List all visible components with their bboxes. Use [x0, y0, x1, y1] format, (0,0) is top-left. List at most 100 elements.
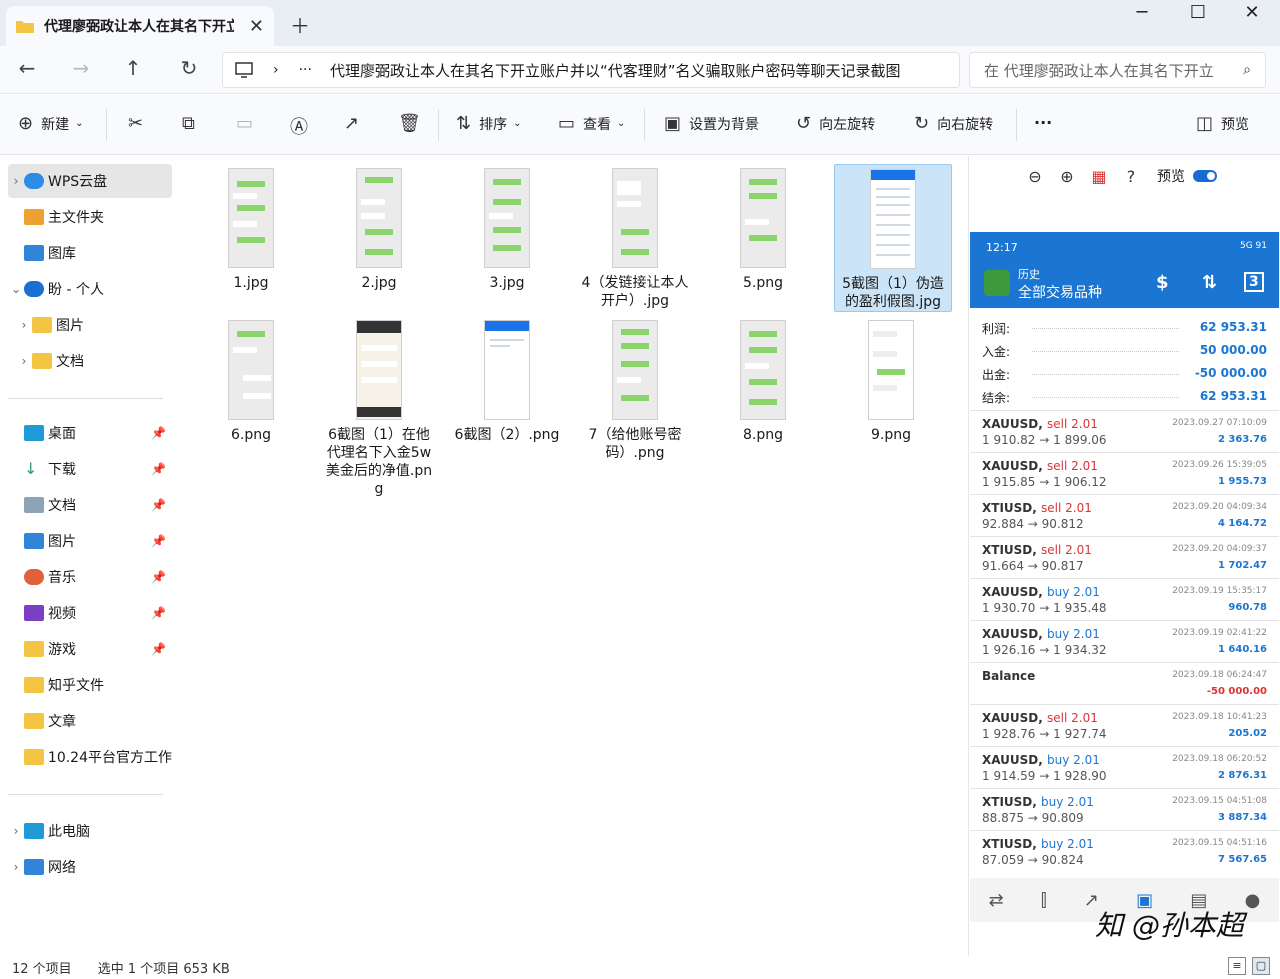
- pin-icon[interactable]: 📌: [151, 534, 166, 548]
- trade-row[interactable]: XTIUSD, buy 2.01 87.059 → 90.824 2023.09.1…: [970, 830, 1279, 872]
- file-explorer-window: 代理廖弼政让本人在其名下开立 ✕ ＋ ─ ☐ ✕ ← → ↑ ↻ › ··· 代…: [0, 0, 1280, 979]
- file-item[interactable]: 6截图（1）在他代理名下入金5w美金后的净值.png: [320, 316, 438, 498]
- file-item[interactable]: 4（发链接让本人开户）.jpg: [576, 164, 694, 310]
- trade-row[interactable]: XAUUSD, buy 2.01 1 926.16 → 1 934.32 2023.…: [970, 620, 1279, 662]
- file-item[interactable]: 5.png: [704, 164, 822, 292]
- sidebar-item-music[interactable]: 音乐 📌: [8, 560, 172, 594]
- pin-icon[interactable]: 📌: [151, 498, 166, 512]
- sidebar-item-pictures[interactable]: › 图片: [8, 308, 172, 342]
- maximize-button[interactable]: ☐: [1178, 2, 1218, 23]
- trade-row[interactable]: Balance 2023.09.18 06:24:47 -50 000.00: [970, 662, 1279, 704]
- chevron-down-icon: ⌄: [617, 118, 626, 129]
- sidebar-item-network[interactable]: › 网络: [8, 850, 172, 884]
- file-item[interactable]: 8.png: [704, 316, 822, 444]
- chevron-right-icon: ›: [13, 174, 19, 188]
- help-icon[interactable]: ?: [1115, 167, 1147, 186]
- details-view-icon[interactable]: ≡: [1228, 957, 1246, 975]
- file-name: 6截图（1）在他代理名下入金5w美金后的净值.png: [325, 427, 433, 497]
- file-item[interactable]: 1.jpg: [192, 164, 310, 292]
- close-button[interactable]: ✕: [1232, 2, 1272, 23]
- pin-icon[interactable]: 📌: [151, 426, 166, 440]
- sidebar-item-home[interactable]: 主文件夹: [8, 200, 172, 234]
- sidebar-item-wps-cloud[interactable]: › WPS云盘: [8, 164, 172, 198]
- trade-row[interactable]: XAUUSD, sell 2.01 1 928.76 → 1 927.74 2023…: [970, 704, 1279, 746]
- zoom-in-icon[interactable]: ⊕: [1051, 167, 1083, 186]
- breadcrumb-more[interactable]: ···: [299, 62, 312, 78]
- file-item[interactable]: 2.jpg: [320, 164, 438, 292]
- rename-button[interactable]: Ⓐ: [290, 113, 316, 139]
- more-options-button[interactable]: ···: [1034, 113, 1052, 132]
- cut-button[interactable]: ✂: [128, 113, 151, 134]
- paste-button[interactable]: ▭: [236, 113, 261, 134]
- trade-row[interactable]: XAUUSD, sell 2.01 1 910.82 → 1 899.06 2023…: [970, 410, 1279, 452]
- pin-icon[interactable]: 📌: [151, 462, 166, 476]
- trade-profit: 1 702.47: [1217, 560, 1267, 571]
- back-arrow-icon[interactable]: ←: [12, 56, 42, 80]
- trade-prices: 1 926.16 → 1 934.32: [982, 643, 1107, 657]
- sidebar-item-downloads[interactable]: ↓ 下载 📌: [8, 452, 172, 486]
- refresh-icon[interactable]: ↻: [174, 56, 204, 80]
- image-thumbnail: [870, 169, 916, 269]
- up-arrow-icon[interactable]: ↑: [118, 56, 148, 80]
- sort-button[interactable]: ⇅ 排序 ⌄: [456, 113, 521, 134]
- sidebar-item-onedrive[interactable]: ⌄ 盼 - 个人: [8, 272, 172, 306]
- sidebar-item-label: WPS云盘: [48, 174, 108, 190]
- copy-button[interactable]: ⧉: [182, 113, 203, 134]
- sidebar-item-gallery[interactable]: 图库: [8, 236, 172, 270]
- tab-current-folder[interactable]: 代理廖弼政让本人在其名下开立 ✕: [6, 6, 274, 46]
- tiles-view-icon[interactable]: ▢: [1252, 957, 1270, 975]
- sidebar-item-images[interactable]: 图片 📌: [8, 524, 172, 558]
- new-tab-button[interactable]: ＋: [290, 10, 310, 39]
- file-item[interactable]: 7（给他账号密码）.png: [576, 316, 694, 462]
- address-bar[interactable]: › ··· 代理廖弼政让本人在其名下开立账户并以“代客理财”名义骗取账户密码等聊…: [222, 52, 960, 88]
- trade-row[interactable]: XAUUSD, buy 2.01 1 930.70 → 1 935.48 2023.…: [970, 578, 1279, 620]
- tab-close-icon[interactable]: ✕: [249, 16, 264, 37]
- trade-row[interactable]: XTIUSD, buy 2.01 88.875 → 90.809 2023.09.1…: [970, 788, 1279, 830]
- sidebar-item-games[interactable]: 游戏 📌: [8, 632, 172, 666]
- preview-toggle[interactable]: [1193, 170, 1217, 182]
- sidebar-item-videos[interactable]: 视频 📌: [8, 596, 172, 630]
- rotate-left-button[interactable]: ↺ 向左旋转: [796, 113, 875, 134]
- sidebar-item-articles[interactable]: 文章: [8, 704, 172, 738]
- dotted-leader: [1032, 351, 1179, 352]
- pin-icon[interactable]: 📌: [151, 642, 166, 656]
- trade-profit: 7 567.65: [1217, 854, 1267, 865]
- file-name: 4（发链接让本人开户）.jpg: [581, 275, 689, 309]
- sidebar-item-label: 文档: [56, 354, 84, 370]
- minimize-button[interactable]: ─: [1122, 2, 1162, 23]
- preview-pane-button[interactable]: ◫ 预览: [1196, 113, 1249, 134]
- delete-button[interactable]: 🗑: [398, 113, 429, 134]
- pin-icon[interactable]: 📌: [151, 570, 166, 584]
- search-input[interactable]: 在 代理廖弼政让本人在其名下开立 ⌕: [969, 52, 1266, 88]
- new-button[interactable]: ⊕ 新建 ⌄: [18, 113, 83, 134]
- sidebar-item-desktop[interactable]: 桌面 📌: [8, 416, 172, 450]
- sidebar-item-zhihu[interactable]: 知乎文件: [8, 668, 172, 702]
- zoom-out-icon[interactable]: ⊖: [1019, 167, 1051, 186]
- pin-icon[interactable]: 📌: [151, 606, 166, 620]
- trade-row[interactable]: XAUUSD, sell 2.01 1 915.85 → 1 906.12 2023…: [970, 452, 1279, 494]
- grid-icon[interactable]: ▦: [1083, 167, 1115, 186]
- breadcrumb-chevron-icon: ›: [273, 62, 279, 78]
- sidebar-item-label: 10.24平台官方工作: [47, 750, 172, 766]
- file-item[interactable]: 9.png: [832, 316, 950, 444]
- forward-arrow-icon[interactable]: →: [66, 56, 96, 80]
- file-item[interactable]: 3.jpg: [448, 164, 566, 292]
- file-item-selected[interactable]: 5截图（1）伪造的盈利假图.jpg: [834, 164, 952, 312]
- file-item[interactable]: 6截图（2）.png: [448, 316, 566, 444]
- set-background-button[interactable]: ▣ 设置为背景: [664, 113, 759, 134]
- sidebar-item-docs[interactable]: 文档 📌: [8, 488, 172, 522]
- folder-icon: [32, 317, 52, 333]
- sidebar-item-platform[interactable]: 10.24平台官方工作: [8, 740, 172, 774]
- sidebar-item-this-pc[interactable]: › 此电脑: [8, 814, 172, 848]
- share-button[interactable]: ↗: [344, 113, 367, 134]
- view-button[interactable]: ▭ 查看 ⌄: [558, 113, 625, 134]
- rotate-right-button[interactable]: ↻ 向右旋转: [914, 113, 993, 134]
- trade-date: 2023.09.15 04:51:08: [1172, 796, 1267, 806]
- trade-row[interactable]: XTIUSD, sell 2.01 91.664 → 90.817 2023.09.…: [970, 536, 1279, 578]
- trade-row[interactable]: XTIUSD, sell 2.01 92.884 → 90.812 2023.09.…: [970, 494, 1279, 536]
- sidebar-item-documents[interactable]: › 文档: [8, 344, 172, 378]
- file-item[interactable]: 6.png: [192, 316, 310, 444]
- summary-row: 结余: 62 953.31: [970, 385, 1279, 408]
- pictures-icon: [24, 533, 44, 549]
- trade-row[interactable]: XAUUSD, buy 2.01 1 914.59 → 1 928.90 2023.…: [970, 746, 1279, 788]
